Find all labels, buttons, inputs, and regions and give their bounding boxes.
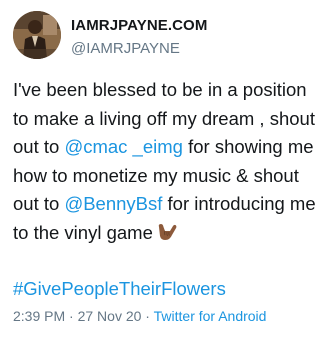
avatar-image xyxy=(13,11,61,59)
tweet-text: I've been blessed to be in a position to… xyxy=(13,76,325,252)
tweet-card: IAMRJPAYNE.COM @IAMRJPAYNE I've been ble… xyxy=(0,0,330,341)
tweet-meta: 2:39 PM · 27 Nov 20 · Twitter for Androi… xyxy=(13,308,266,324)
user-handle[interactable]: @IAMRJPAYNE xyxy=(71,40,180,57)
display-name[interactable]: IAMRJPAYNE.COM xyxy=(71,17,207,34)
mention-link-cmac[interactable]: @cmac _eimg xyxy=(64,136,183,157)
tweet-date[interactable]: 27 Nov 20 xyxy=(78,308,142,324)
meta-separator: · xyxy=(65,308,78,324)
mention-link-bennybsf[interactable]: @BennyBsf xyxy=(64,193,162,214)
hashtag-link[interactable]: #GivePeopleTheirFlowers xyxy=(13,278,226,300)
call-me-hand-emoji-icon xyxy=(156,221,178,252)
tweet-source-link[interactable]: Twitter for Android xyxy=(154,308,267,324)
tweet-header: IAMRJPAYNE.COM @IAMRJPAYNE xyxy=(13,11,323,63)
avatar[interactable] xyxy=(13,11,61,59)
tweet-time[interactable]: 2:39 PM xyxy=(13,308,65,324)
meta-separator: · xyxy=(141,308,154,324)
